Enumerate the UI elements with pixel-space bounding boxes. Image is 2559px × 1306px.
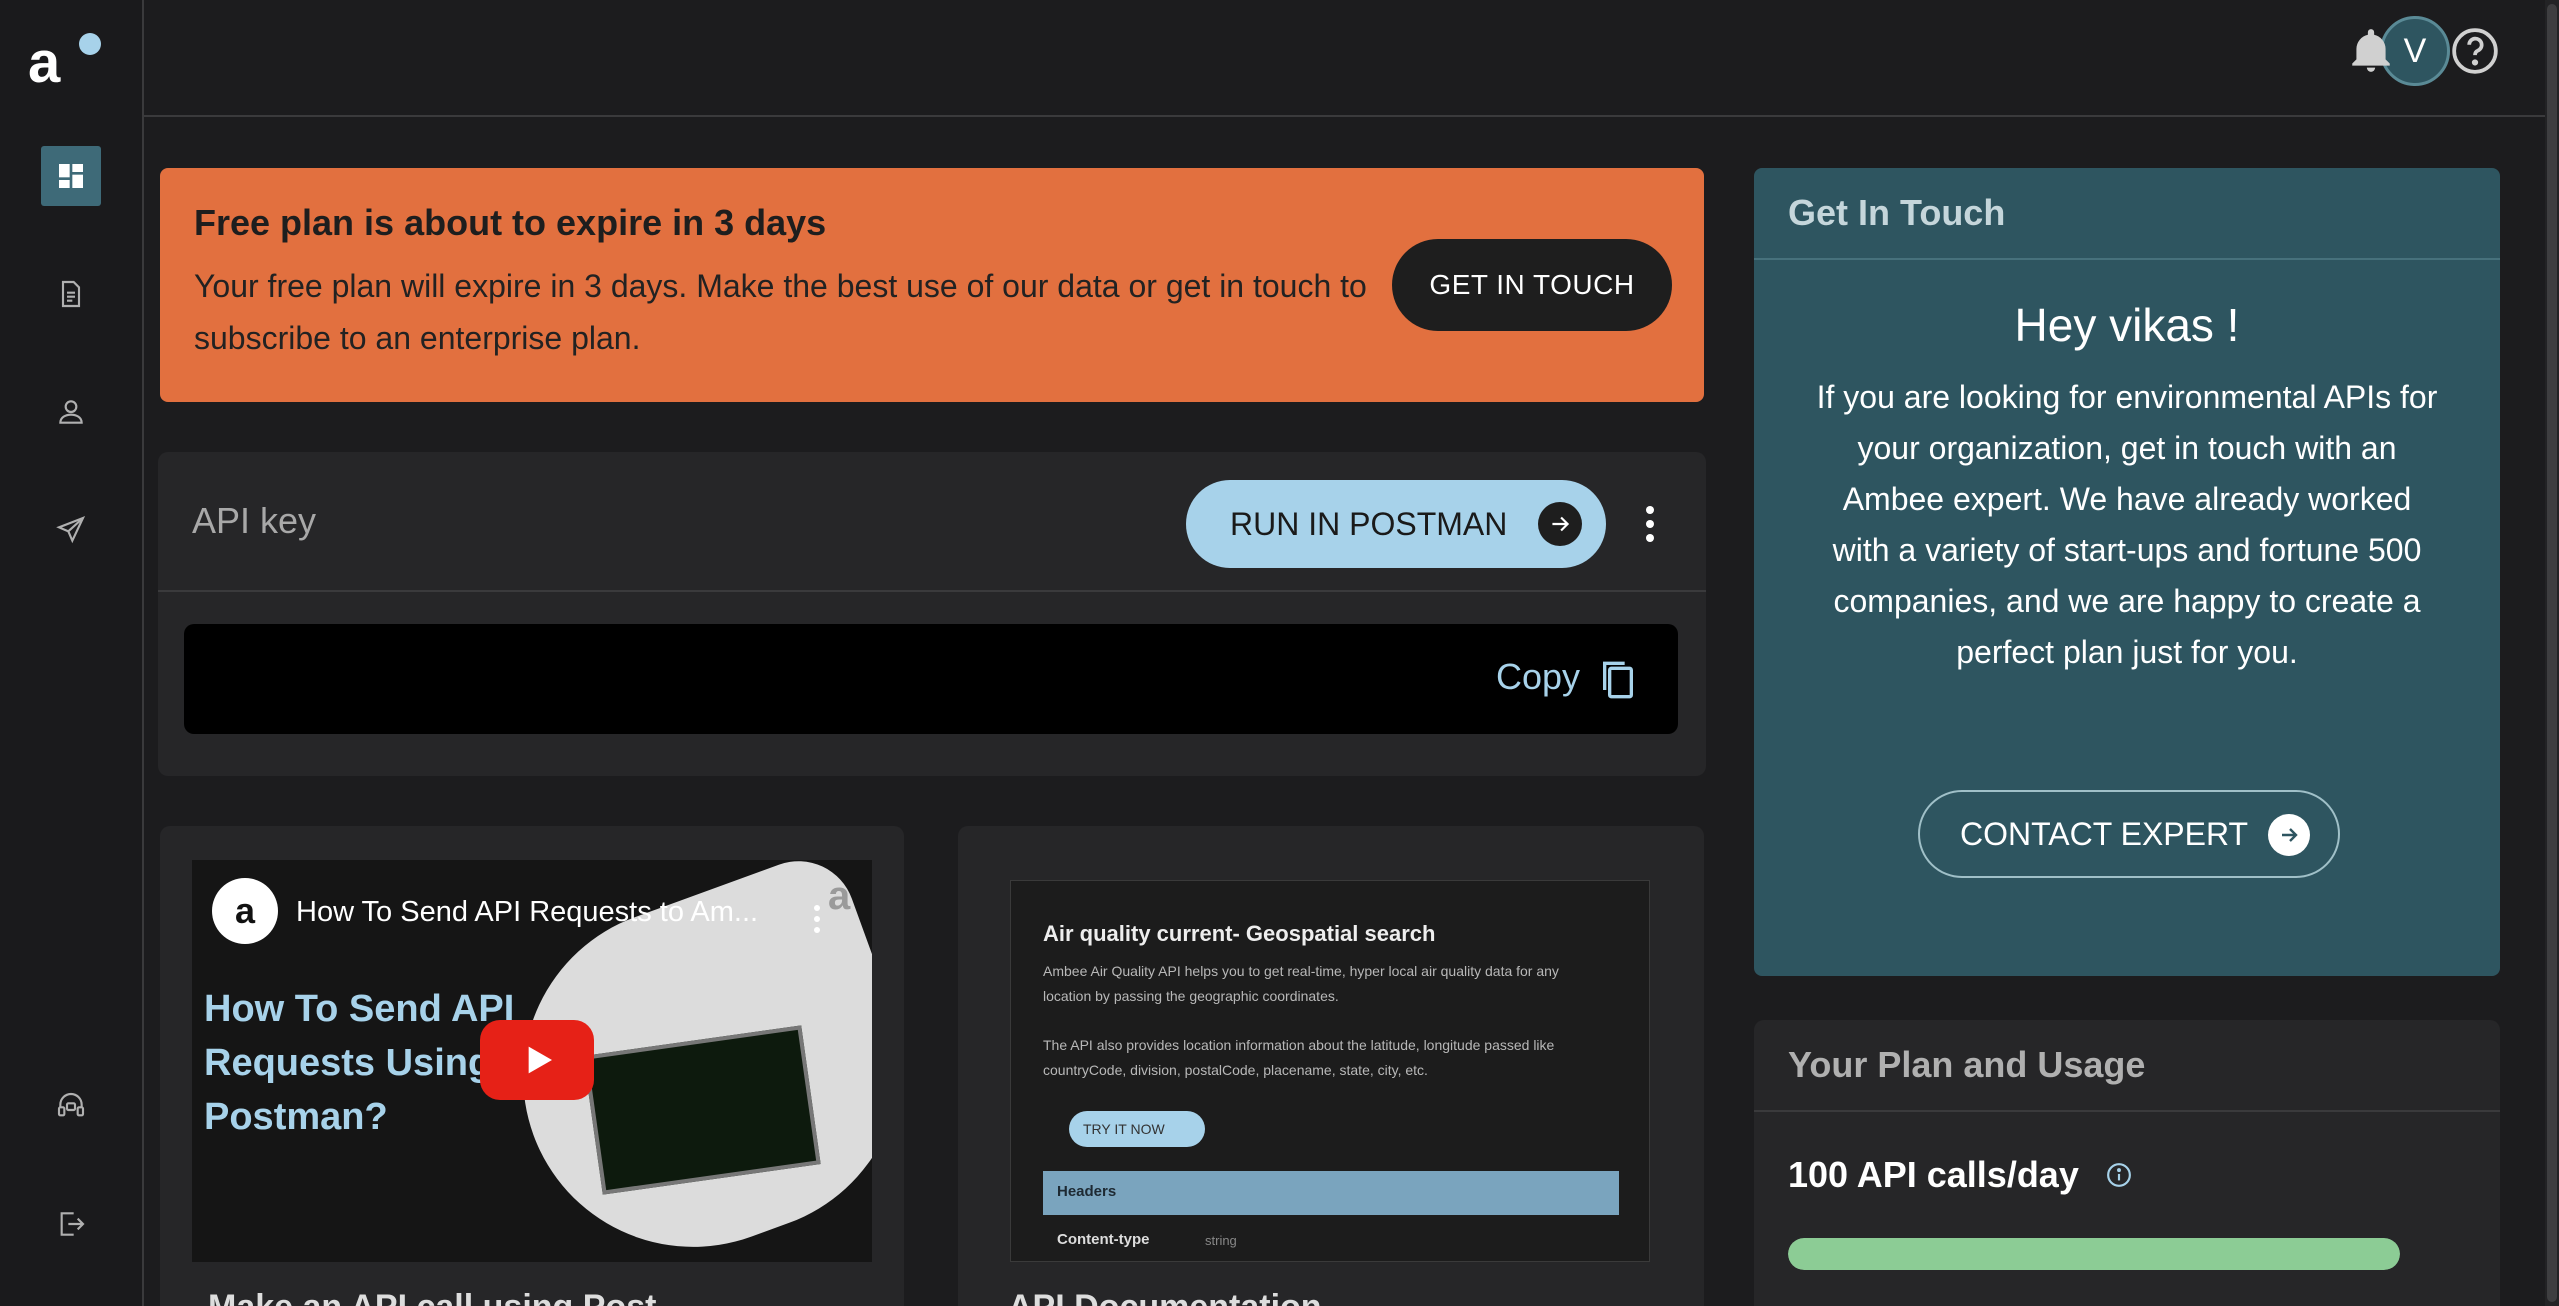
get-in-touch-card: Get In Touch Hey vikas ! If you are look… <box>1754 168 2500 976</box>
notifications-button[interactable] <box>2346 26 2396 76</box>
video-player[interactable]: a How To Send API Requests to Am... a Ho… <box>192 860 872 1262</box>
contact-expert-label: CONTACT EXPERT <box>1960 815 2249 852</box>
plan-calls: 100 API calls/day <box>1788 1154 2079 1195</box>
sidebar-item-profile[interactable] <box>41 382 101 442</box>
content-type-value: string <box>1205 1233 1237 1248</box>
sidebar-item-documentation[interactable] <box>41 264 101 324</box>
run-in-postman-label: RUN IN POSTMAN <box>1230 505 1508 542</box>
api-key-card: API key RUN IN POSTMAN Copy <box>158 452 1706 776</box>
svg-text:a: a <box>28 30 61 90</box>
divider <box>1754 258 2500 260</box>
sidebar-item-logout[interactable] <box>41 1194 101 1254</box>
try-it-now-button: TRY IT NOW <box>1069 1111 1205 1147</box>
plan-usage-card: Your Plan and Usage 100 API calls/day <box>1754 1020 2500 1306</box>
video-watermark-logo: a <box>828 874 851 918</box>
video-more-options[interactable] <box>808 902 826 936</box>
more-options-button[interactable] <box>1638 500 1662 548</box>
docs-preview-para-1: Ambee Air Quality API helps you to get r… <box>1043 963 1559 1004</box>
run-in-postman-button[interactable]: RUN IN POSTMAN <box>1186 480 1606 568</box>
help-button[interactable] <box>2450 26 2500 76</box>
docs-preview-title: Air quality current- Geospatial search <box>1043 921 1436 946</box>
top-bar: V <box>144 0 2559 117</box>
banner-text: Your free plan will expire in 3 days. Ma… <box>194 268 1367 356</box>
user-icon <box>59 400 83 424</box>
plan-expiry-banner: Free plan is about to expire in 3 days Y… <box>160 168 1704 402</box>
docs-preview-para-2: The API also provides location informati… <box>1043 1037 1555 1078</box>
api-docs-card: Air quality current- Geospatial search A… <box>958 826 1704 1306</box>
channel-logo[interactable]: a <box>212 878 278 944</box>
arrow-right-icon <box>2268 814 2310 856</box>
dashboard-icon <box>59 164 83 188</box>
get-in-touch-heading: Get In Touch <box>1788 192 2006 233</box>
kebab-menu-icon <box>814 905 820 933</box>
kebab-menu-icon <box>1646 506 1654 542</box>
usage-progress-fill <box>1788 1238 2400 1270</box>
bell-icon <box>2352 29 2390 72</box>
divider <box>1754 1110 2500 1112</box>
sidebar-item-support[interactable] <box>41 1076 101 1136</box>
sidebar-item-send[interactable] <box>41 500 101 560</box>
headset-support-icon <box>57 1093 85 1117</box>
play-icon <box>528 1046 552 1074</box>
get-in-touch-button[interactable]: GET IN TOUCH <box>1392 239 1672 331</box>
video-caption[interactable]: Make an API call using Post... <box>208 1288 685 1306</box>
copy-button[interactable]: Copy <box>1496 656 1580 698</box>
divider <box>158 590 1706 592</box>
video-card: a How To Send API Requests to Am... a Ho… <box>160 826 904 1306</box>
video-title[interactable]: How To Send API Requests to Am... <box>296 896 758 929</box>
ambee-logo[interactable]: a <box>28 30 108 95</box>
copy-icon[interactable] <box>1598 658 1638 702</box>
document-icon <box>61 280 81 308</box>
help-icon <box>2452 28 2498 74</box>
sidebar-item-dashboard[interactable] <box>41 146 101 206</box>
arrow-right-icon <box>1538 502 1582 546</box>
contact-expert-button[interactable]: CONTACT EXPERT <box>1918 790 2340 878</box>
logout-icon <box>60 1212 85 1236</box>
get-in-touch-body: If you are looking for environmental API… <box>1816 379 2438 670</box>
banner-title: Free plan is about to expire in 3 days <box>194 202 827 243</box>
plan-heading: Your Plan and Usage <box>1788 1044 2146 1085</box>
docs-caption[interactable]: API Documentation <box>1008 1288 1322 1306</box>
usage-progress-bar <box>1788 1238 2400 1270</box>
info-icon[interactable] <box>2106 1162 2132 1188</box>
send-icon <box>56 516 86 544</box>
content-type-label: Content-type <box>1057 1231 1150 1248</box>
api-key-title: API key <box>192 500 317 541</box>
headers-bar: Headers <box>1043 1171 1619 1215</box>
page-scrollbar[interactable] <box>2545 0 2559 1306</box>
api-key-field[interactable]: Copy <box>184 624 1678 734</box>
scrollbar-thumb[interactable] <box>2547 4 2557 1302</box>
docs-preview-image[interactable]: Air quality current- Geospatial search A… <box>1010 880 1650 1262</box>
sidebar: a <box>0 0 144 1306</box>
greeting: Hey vikas ! <box>2014 299 2240 351</box>
try-it-now-label: TRY IT NOW <box>1083 1121 1165 1137</box>
play-button[interactable] <box>480 1020 594 1100</box>
